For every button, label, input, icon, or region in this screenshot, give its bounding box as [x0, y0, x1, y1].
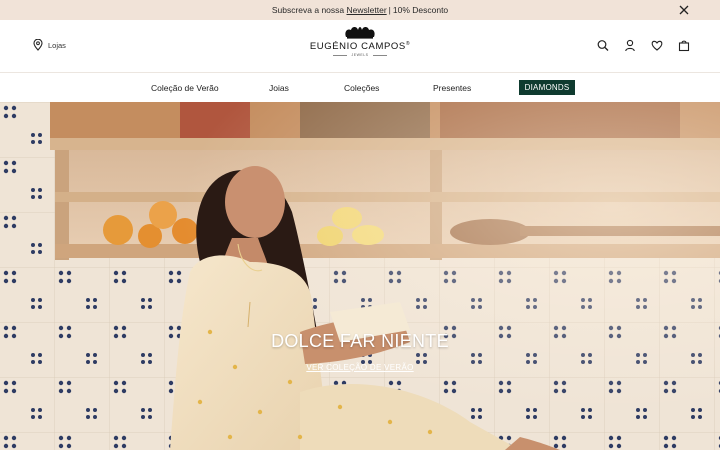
site-header: Lojas EUGÉNIO CAMPOS® JEWELS [0, 20, 720, 73]
heart-icon[interactable] [651, 39, 663, 52]
stores-label: Lojas [48, 40, 66, 50]
hero-cta: VER COLEÇÃO DE VERÃO [0, 363, 720, 372]
newsletter-link[interactable]: Newsletter [347, 5, 387, 15]
stores-link[interactable]: Lojas [33, 39, 66, 51]
nav-item-summer-collection[interactable]: Coleção de Verão [151, 83, 219, 93]
nav-item-collections[interactable]: Coleções [344, 83, 379, 93]
header-icons [597, 39, 690, 52]
brand-sub: JEWELS [333, 53, 387, 58]
announcement-suffix: 10% Desconto [392, 5, 449, 15]
announcement-bar: Subscreva a nossa Newsletter | 10% Desco… [0, 0, 720, 20]
account-icon[interactable] [624, 39, 636, 52]
hero-cta-link[interactable]: VER COLEÇÃO DE VERÃO [306, 363, 413, 372]
brand-logo[interactable]: EUGÉNIO CAMPOS® JEWELS [300, 25, 420, 69]
bag-icon[interactable] [678, 39, 690, 52]
location-pin-icon [33, 39, 43, 51]
search-icon[interactable] [597, 39, 609, 52]
close-icon[interactable] [678, 4, 690, 16]
hero-banner[interactable]: DOLCE FAR NIENTE VER COLEÇÃO DE VERÃO [0, 102, 720, 450]
nav-item-diamonds[interactable]: DIAMONDS [519, 80, 575, 95]
brand-name: EUGÉNIO CAMPOS® [309, 41, 411, 53]
announcement-prefix: Subscreva a nossa [271, 5, 345, 15]
announcement-separator: | [388, 5, 391, 15]
nav-item-jewels[interactable]: Joias [269, 83, 289, 93]
hero-image [0, 102, 720, 450]
main-nav: Coleção de Verão Joias Coleções Presente… [0, 74, 720, 102]
hero-title: DOLCE FAR NIENTE [271, 331, 449, 351]
nav-item-gifts[interactable]: Presentes [433, 83, 471, 93]
crown-logo-icon [345, 27, 375, 39]
